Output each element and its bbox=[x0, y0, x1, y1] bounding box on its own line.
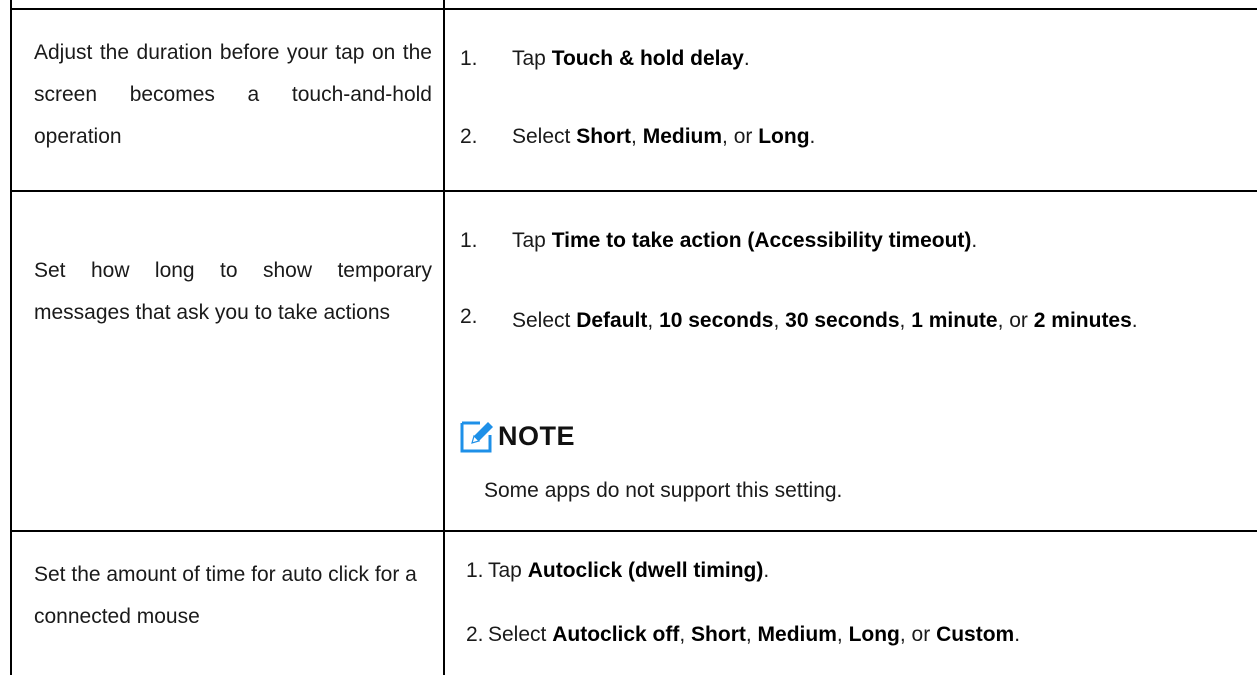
ui-term: Autoclick (dwell timing) bbox=[527, 559, 764, 582]
ui-term: 2 minutes bbox=[1033, 309, 1132, 332]
step-number: 1. bbox=[460, 47, 478, 70]
ui-term: Long bbox=[848, 623, 900, 646]
note-label: NOTE bbox=[498, 420, 576, 451]
step-number: 2. bbox=[460, 125, 478, 148]
step-verb: Tap bbox=[512, 229, 552, 252]
step-number: 1. bbox=[466, 559, 484, 582]
step-text-fragment: , or bbox=[899, 623, 937, 646]
step-number: 2. bbox=[460, 305, 478, 328]
step-text-fragment: , bbox=[773, 309, 786, 332]
ui-term: Time to take action (Accessibility timeo… bbox=[551, 229, 972, 252]
note-pencil-icon bbox=[460, 419, 494, 453]
step-text-fragment: , bbox=[745, 623, 758, 646]
step-text-fragment: . bbox=[809, 125, 816, 148]
step-text-fragment: . bbox=[1014, 623, 1021, 646]
step-text-fragment: , or bbox=[997, 309, 1034, 332]
ui-term: Medium bbox=[642, 125, 723, 148]
step-verb: Select bbox=[512, 309, 577, 332]
step-number: 1. bbox=[460, 229, 478, 252]
step-verb: Select bbox=[512, 125, 577, 148]
ui-term: Long bbox=[758, 125, 810, 148]
table-border-top bbox=[10, 8, 1257, 10]
ui-term: Autoclick off bbox=[552, 623, 680, 646]
ui-term: Custom bbox=[936, 623, 1015, 646]
note-header: NOTE bbox=[460, 414, 575, 458]
step-text-fragment: , or bbox=[722, 125, 759, 148]
step-text: Select Autoclick off, Short, Medium, Lon… bbox=[488, 614, 1020, 656]
step-text-fragment: , bbox=[899, 309, 912, 332]
step-verb: Tap bbox=[512, 47, 552, 70]
ui-term: Medium bbox=[757, 623, 837, 646]
table-column-divider bbox=[443, 0, 445, 675]
step-text-fragment: , bbox=[836, 623, 849, 646]
step-text: Select Default, 10 seconds, 30 seconds , … bbox=[512, 296, 1244, 346]
ui-term: Short bbox=[576, 125, 632, 148]
row-description: Set how long to show temporary messages … bbox=[34, 259, 432, 324]
ui-term: Touch & hold delay bbox=[551, 47, 744, 70]
table-border-left bbox=[10, 0, 12, 675]
step-text-fragment: . bbox=[763, 559, 770, 582]
row-description: Adjust the duration before your tap on t… bbox=[34, 41, 432, 148]
step-text: Select Short, Medium, or Long. bbox=[512, 116, 815, 158]
ui-term: 10 seconds bbox=[659, 309, 774, 332]
row-description: Set the amount of time for auto click fo… bbox=[34, 563, 417, 628]
step-text-fragment: . bbox=[743, 47, 750, 70]
step-text-fragment: . bbox=[1131, 309, 1138, 332]
table-row-divider bbox=[10, 190, 1257, 192]
step-text: Tap Touch & hold delay. bbox=[512, 38, 750, 80]
step-text: Tap Autoclick (dwell timing). bbox=[488, 550, 769, 592]
ui-term: Short bbox=[691, 623, 746, 646]
table-row-divider bbox=[10, 530, 1257, 532]
step-text-fragment: . bbox=[971, 229, 978, 252]
step-number: 2. bbox=[466, 623, 484, 646]
ui-term: 1 minute bbox=[911, 309, 998, 332]
step-verb: Tap bbox=[488, 559, 528, 582]
step-text-fragment: , bbox=[679, 623, 692, 646]
ui-term: Default bbox=[576, 309, 648, 332]
step-text-fragment: , bbox=[647, 309, 660, 332]
ui-term: 30 seconds bbox=[785, 309, 900, 332]
step-text-fragment: , bbox=[631, 125, 643, 148]
step-text: Tap Time to take action (Accessibility t… bbox=[512, 220, 977, 262]
step-verb: Select bbox=[488, 623, 553, 646]
note-text: Some apps do not support this setting. bbox=[484, 479, 843, 502]
